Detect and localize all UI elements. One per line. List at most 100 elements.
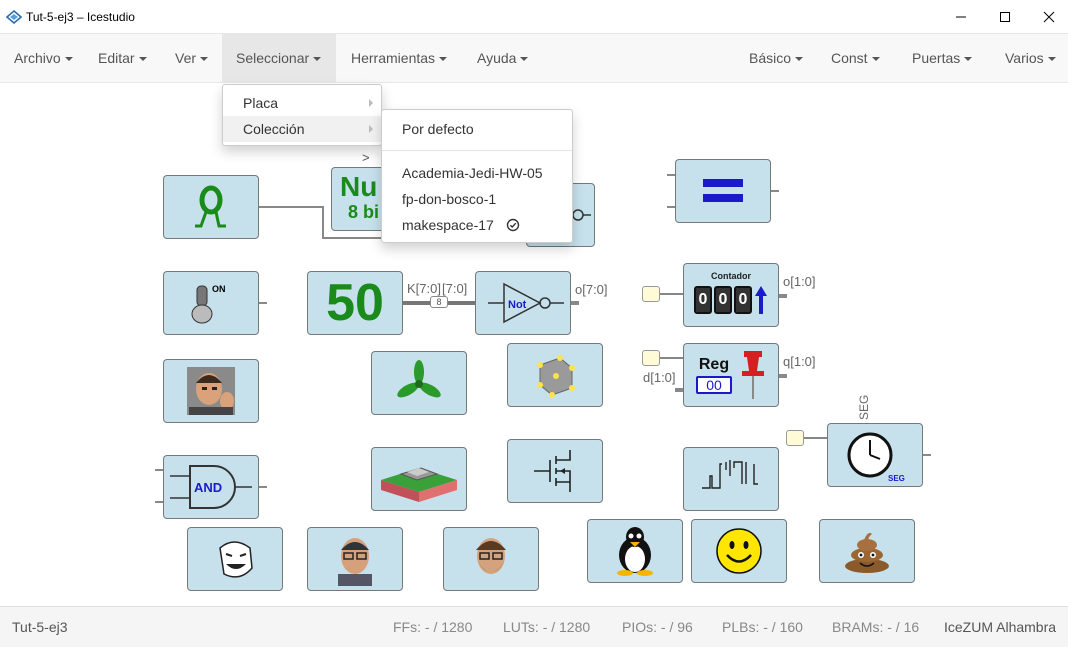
collection-item-academia[interactable]: Academia-Jedi-HW-05: [382, 160, 572, 186]
menu-seleccionar[interactable]: Seleccionar: [222, 34, 336, 83]
menu-item-placa[interactable]: Placa: [223, 90, 381, 116]
menu-varios[interactable]: Varios: [991, 34, 1068, 83]
minimize-button[interactable]: [938, 0, 984, 34]
not-gate-icon: Not: [488, 282, 564, 324]
menu-puertas-label: Puertas: [912, 50, 961, 66]
menu-ayuda[interactable]: Ayuda: [463, 34, 542, 83]
status-ffs: FFs: - / 1280: [393, 619, 472, 635]
person-glasses-icon: [338, 538, 372, 586]
caret-down-icon: [313, 57, 322, 62]
caret-down-icon: [1047, 57, 1056, 62]
close-window-button[interactable]: [1026, 0, 1068, 34]
block-meme-face[interactable]: [187, 527, 283, 591]
counter-digit: 0: [694, 285, 712, 314]
wire[interactable]: [804, 437, 827, 439]
block-led-character[interactable]: [163, 175, 259, 239]
caret-down-icon: [520, 57, 529, 62]
input-pin[interactable]: [642, 350, 660, 366]
collection-item-makespace-label: makespace-17: [402, 217, 494, 233]
status-pios-value: - / 96: [660, 619, 693, 635]
status-luts-value: - / 1280: [542, 619, 591, 635]
waveform-glitch-icon: [702, 460, 758, 489]
wire[interactable]: [258, 206, 323, 208]
collection-default[interactable]: Por defecto: [382, 116, 572, 142]
icestudio-logo-icon: [6, 10, 22, 24]
toggle-switch-icon: ON: [191, 284, 226, 324]
block-avatar-thumbsup[interactable]: [163, 359, 259, 423]
menu-item-coleccion-label: Colección: [243, 121, 305, 137]
close-icon: [1043, 11, 1055, 23]
collection-item-fp-don-bosco[interactable]: fp-don-bosco-1: [382, 186, 572, 212]
block-mosfet[interactable]: [507, 439, 603, 503]
caret-down-icon: [964, 57, 973, 62]
block-and-gate[interactable]: AND: [163, 455, 259, 519]
wire[interactable]: [322, 237, 382, 239]
and-gate-icon: AND: [170, 465, 252, 509]
input-pin[interactable]: [642, 286, 660, 302]
counter-output-label: o[1:0]: [783, 274, 816, 289]
input-pin[interactable]: [786, 430, 804, 446]
port: [923, 454, 931, 456]
clock-icon: SEG: [847, 432, 905, 483]
chevron-right-icon: [369, 125, 373, 133]
timer-unit-label: SEG: [888, 474, 905, 483]
port: [771, 190, 779, 192]
switch-on-label: ON: [212, 284, 226, 294]
menu-const[interactable]: Const: [817, 34, 894, 83]
block-switch[interactable]: ON: [163, 271, 259, 335]
coleccion-submenu: Por defecto Academia-Jedi-HW-05 fp-don-b…: [381, 109, 573, 243]
menu-archivo[interactable]: Archivo: [0, 34, 87, 83]
port: [667, 174, 675, 176]
block-crystal-cube[interactable]: [507, 343, 603, 407]
menu-ver[interactable]: Ver: [161, 34, 222, 83]
menu-puertas[interactable]: Puertas: [898, 34, 986, 83]
status-pios: PIOs: - / 96: [622, 619, 693, 635]
status-luts-label: LUTs:: [503, 619, 539, 635]
person-beard-icon: [476, 538, 506, 574]
transistor-3d-icon: [381, 467, 457, 502]
block-avatar-beard[interactable]: [443, 527, 539, 591]
status-project-name: Tut-5-ej3: [12, 619, 68, 635]
wire[interactable]: [322, 206, 324, 238]
block-avatar-glasses[interactable]: [307, 527, 403, 591]
block-waveform[interactable]: [683, 447, 779, 511]
constant-value: 50: [326, 274, 384, 332]
block-smiley[interactable]: [691, 519, 787, 583]
block-timer-clock[interactable]: SEG: [827, 423, 923, 487]
menu-basico[interactable]: Básico: [735, 34, 817, 83]
menu-herramientas[interactable]: Herramientas: [337, 34, 461, 83]
menu-const-label: Const: [831, 50, 868, 66]
block-poop[interactable]: [819, 519, 915, 583]
port: [779, 374, 787, 378]
block-propeller[interactable]: [371, 351, 467, 415]
counter-digit: 0: [714, 285, 732, 314]
maximize-button[interactable]: [982, 0, 1028, 34]
menu-editar[interactable]: Editar: [84, 34, 161, 83]
block-equals[interactable]: [675, 159, 771, 223]
and-gate-label: AND: [194, 480, 222, 495]
status-board[interactable]: IceZUM Alhambra: [944, 619, 1056, 635]
caret-down-icon: [871, 57, 880, 62]
block-counter[interactable]: Contador 0 0 0: [683, 263, 779, 327]
bus-width-badge: 8: [430, 296, 448, 308]
block-transistor-3d[interactable]: [371, 447, 467, 511]
block-linux-tux[interactable]: [587, 519, 683, 583]
block-register[interactable]: Reg 00: [683, 343, 779, 407]
caret-down-icon: [138, 57, 147, 62]
wire[interactable]: [660, 357, 683, 359]
block-constant[interactable]: 50: [307, 271, 403, 335]
port: [667, 206, 675, 208]
maximize-icon: [1000, 12, 1010, 22]
menu-seleccionar-label: Seleccionar: [236, 50, 310, 66]
block-not-gate[interactable]: Not: [475, 271, 571, 335]
menu-item-coleccion[interactable]: Colección: [223, 116, 381, 142]
number-block-title: Nu: [340, 171, 378, 202]
status-brams-value: - / 16: [887, 619, 920, 635]
status-ffs-value: - / 1280: [424, 619, 473, 635]
wire[interactable]: [660, 293, 683, 295]
collection-item-makespace[interactable]: makespace-17: [382, 212, 572, 238]
mosfet-icon: [534, 450, 571, 492]
caret-down-icon: [795, 57, 804, 62]
propeller-icon: [397, 360, 441, 398]
person-thumbs-up-icon: [187, 367, 235, 415]
